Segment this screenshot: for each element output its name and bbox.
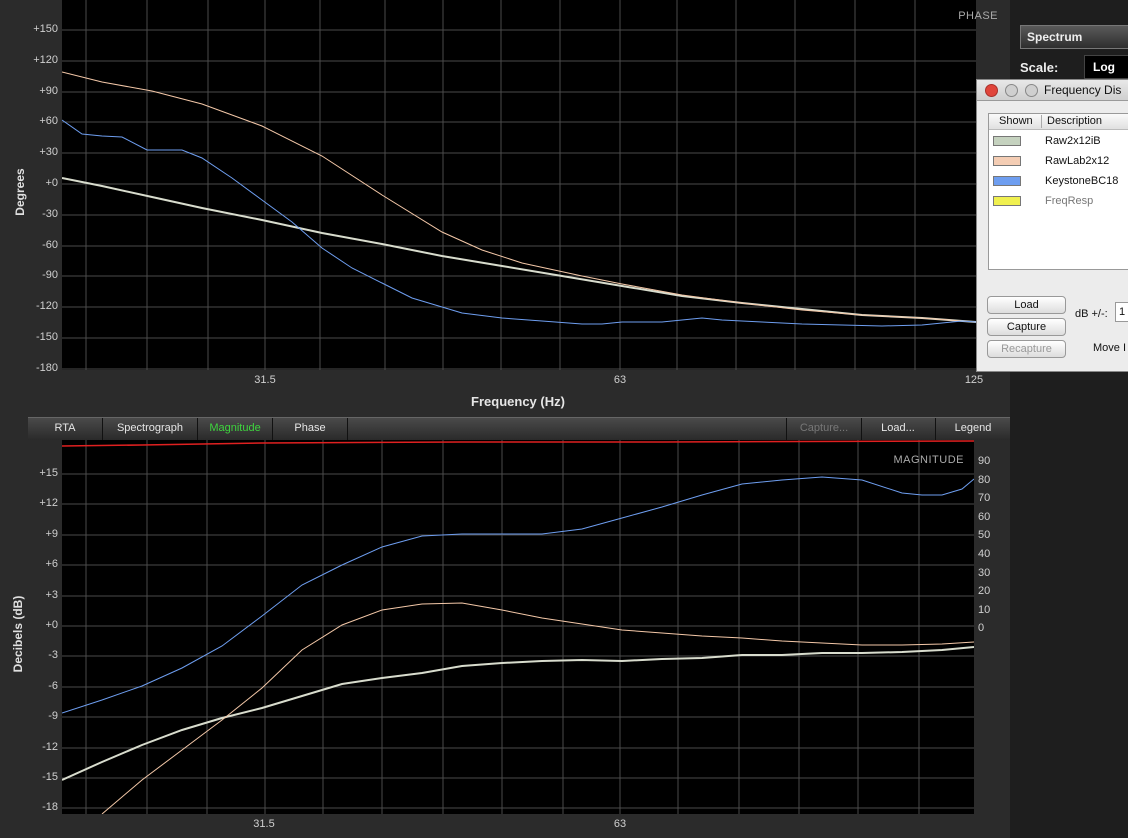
- legend-button[interactable]: Legend: [936, 418, 1010, 440]
- phase-y-tick: +0: [45, 177, 58, 189]
- magnitude-y-tick: +9: [45, 527, 58, 540]
- magnitude-right-tick: 40: [978, 548, 991, 560]
- view-tab-bar: RTA Spectrograph Magnitude Phase Capture…: [28, 417, 1010, 440]
- magnitude-right-tick: 20: [978, 585, 991, 598]
- phase-y-tick: +120: [33, 53, 58, 66]
- magnitude-right-tick: 50: [978, 529, 991, 542]
- dialog-capture-button[interactable]: Capture: [987, 318, 1066, 336]
- list-item[interactable]: KeystoneBC18: [989, 171, 1128, 191]
- color-swatch[interactable]: [993, 136, 1021, 146]
- dialog-title: Frequency Dis: [1044, 83, 1122, 97]
- phase-plot[interactable]: PHASE: [62, 0, 998, 370]
- magnitude-right-tick: 60: [978, 510, 991, 523]
- magnitude-y-tick: -9: [48, 710, 58, 723]
- phase-y-tick: -150: [35, 331, 58, 343]
- magnitude-curve-red: [62, 440, 974, 447]
- magnitude-right-tick: 0: [978, 622, 985, 635]
- db-tolerance-label: dB +/-:: [1075, 308, 1108, 320]
- col-description[interactable]: Description: [1047, 114, 1102, 129]
- magnitude-y-tick: +15: [39, 467, 58, 479]
- phase-y-tick: -180: [35, 361, 58, 374]
- phase-y-tick: -60: [42, 238, 58, 251]
- magnitude-y-tick: +3: [45, 588, 58, 601]
- phase-x-tick: 125: [964, 374, 984, 386]
- zoom-icon[interactable]: [1025, 84, 1038, 97]
- phase-curve-rawlab2x12: [62, 71, 976, 323]
- phase-y-tick: +90: [39, 84, 58, 97]
- close-icon[interactable]: [985, 84, 998, 97]
- magnitude-y-tick: +0: [45, 619, 58, 631]
- scale-select[interactable]: Log: [1084, 55, 1128, 79]
- magnitude-plot-tag: MAGNITUDE: [893, 454, 964, 466]
- phase-y-tick: -120: [35, 300, 58, 313]
- magnitude-y-tick: +6: [45, 558, 58, 571]
- phase-y-tick: -90: [42, 269, 58, 282]
- magnitude-y-axis-label: Decibels (dB): [11, 595, 25, 673]
- magnitude-y-tick: -6: [48, 679, 58, 692]
- frequency-display-dialog: Frequency Dis Shown Description Raw2x12i…: [976, 79, 1128, 372]
- scale-label: Scale:: [1020, 60, 1059, 75]
- color-swatch[interactable]: [993, 176, 1021, 186]
- magnitude-x-tick: 31.5: [253, 818, 275, 830]
- magnitude-right-tick: 70: [978, 492, 991, 505]
- magnitude-y-tick: -3: [48, 649, 58, 662]
- phase-y-tick: +150: [33, 23, 58, 35]
- phase-x-tick: 31.5: [254, 374, 276, 386]
- list-item[interactable]: RawLab2x12: [989, 151, 1128, 171]
- phase-plot-tag: PHASE: [958, 10, 998, 22]
- magnitude-x-tick: 63: [613, 818, 627, 830]
- move-label: Move I: [1093, 342, 1127, 354]
- phase-curve-raw2x12ib: [62, 177, 976, 323]
- list-item[interactable]: Raw2x12iB: [989, 131, 1128, 151]
- dialog-title-bar: Frequency Dis: [977, 80, 1128, 101]
- tab-rta[interactable]: RTA: [28, 418, 103, 440]
- curve-list-header: Shown Description: [989, 114, 1128, 130]
- magnitude-plot[interactable]: MAGNITUDE: [62, 440, 974, 814]
- phase-curve-keystonebc18: [62, 119, 976, 327]
- load-button[interactable]: Load...: [861, 418, 936, 440]
- magnitude-y-tick: -18: [42, 801, 58, 814]
- magnitude-y-tick: +12: [39, 497, 58, 510]
- col-shown[interactable]: Shown: [999, 114, 1033, 129]
- magnitude-y-tick: -15: [42, 771, 58, 783]
- magnitude-curve-rawlab2x12: [101, 602, 974, 814]
- dialog-load-button[interactable]: Load: [987, 296, 1066, 314]
- phase-y-tick: +60: [39, 115, 58, 128]
- list-item-label: Raw2x12iB: [1045, 135, 1101, 147]
- tab-spectrograph[interactable]: Spectrograph: [103, 418, 198, 440]
- dialog-recapture-button[interactable]: Recapture: [987, 340, 1066, 358]
- magnitude-right-tick: 10: [978, 603, 991, 616]
- phase-x-tick: 63: [613, 374, 627, 386]
- phase-x-axis-label: Frequency (Hz): [471, 394, 565, 409]
- tab-magnitude[interactable]: Magnitude: [198, 418, 273, 440]
- list-item[interactable]: FreqResp: [989, 191, 1128, 211]
- color-swatch[interactable]: [993, 156, 1021, 166]
- tab-phase[interactable]: Phase: [273, 418, 348, 440]
- list-item-label: FreqResp: [1045, 195, 1094, 207]
- phase-y-tick: -30: [42, 207, 58, 220]
- color-swatch[interactable]: [993, 196, 1021, 206]
- curve-list[interactable]: Shown Description Raw2x12iB RawLab2x12 Key…: [988, 113, 1128, 270]
- phase-plot-canvas: [62, 0, 976, 370]
- magnitude-curve-raw2x12ib: [62, 646, 974, 781]
- magnitude-y-tick: -12: [42, 740, 58, 753]
- db-tolerance-input[interactable]: 1: [1115, 302, 1128, 322]
- magnitude-right-tick: 80: [978, 473, 991, 486]
- list-item-label: KeystoneBC18: [1045, 175, 1119, 187]
- magnitude-curve-keystonebc18: [62, 476, 974, 714]
- magnitude-plot-canvas: [62, 440, 974, 814]
- phase-y-tick: +30: [39, 146, 58, 159]
- capture-button[interactable]: Capture...: [786, 418, 862, 440]
- magnitude-right-tick: 90: [978, 455, 991, 467]
- magnitude-right-tick: 30: [978, 566, 991, 579]
- minimize-icon[interactable]: [1005, 84, 1018, 97]
- spectrum-button[interactable]: Spectrum: [1020, 25, 1128, 49]
- list-item-label: RawLab2x12: [1045, 155, 1110, 167]
